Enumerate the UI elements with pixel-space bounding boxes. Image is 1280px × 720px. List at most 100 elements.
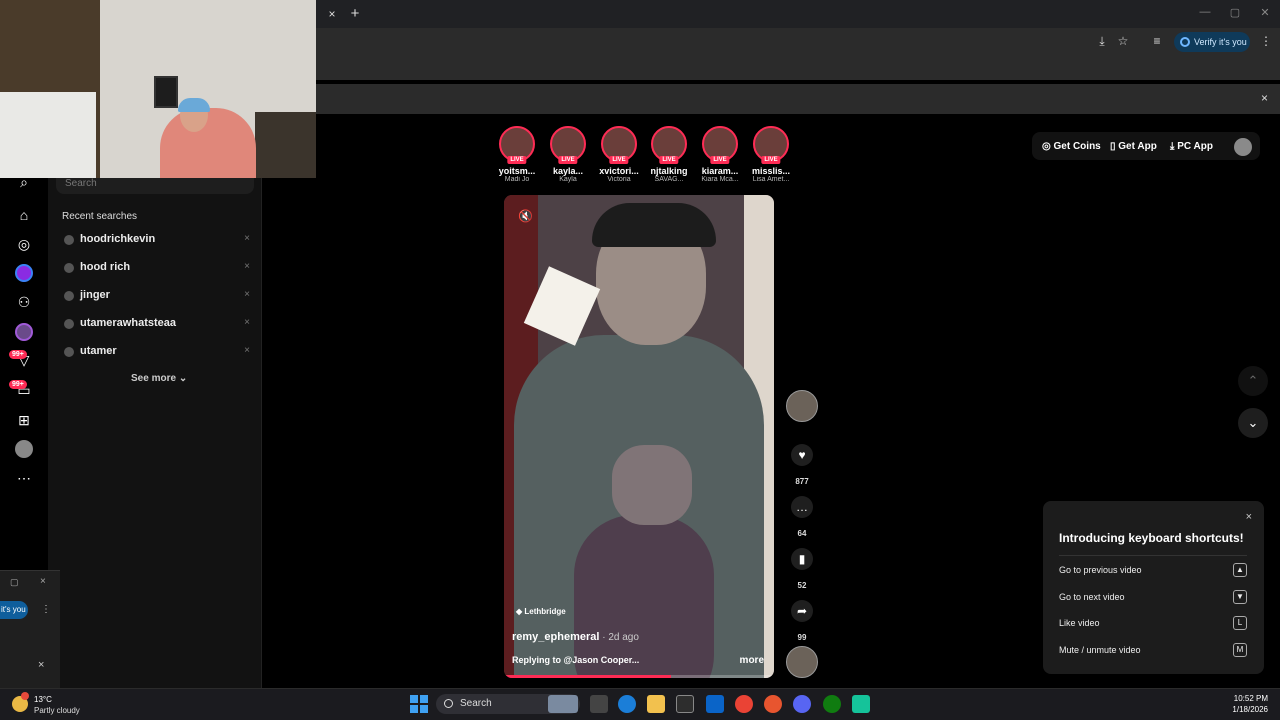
window-close-icon[interactable]: ✕: [1256, 6, 1274, 19]
recent-search-item[interactable]: hoodrichkevin ×: [64, 232, 252, 248]
video-player[interactable]: 🔇 ◆ Lethbridge remy_ephemeral · 2d ago R…: [504, 195, 774, 678]
heart-icon[interactable]: ♥: [791, 444, 813, 466]
recent-search-item[interactable]: hood rich ×: [64, 260, 252, 276]
active-app-icon[interactable]: [852, 695, 870, 713]
app-icon[interactable]: [764, 695, 782, 713]
story-display-name: Lisa Amet...: [752, 176, 790, 183]
video-author[interactable]: remy_ephemeral · 2d ago: [512, 631, 639, 643]
live-story[interactable]: LIVE kayla... Kayla: [545, 126, 591, 183]
recent-search-item[interactable]: jinger ×: [64, 288, 252, 304]
live-icon[interactable]: [14, 263, 34, 283]
home-icon[interactable]: ⌂: [14, 205, 34, 225]
live-story[interactable]: LIVE xvictori... Victoria: [596, 126, 642, 183]
save-count: 52: [797, 581, 807, 590]
dismiss-icon[interactable]: ×: [38, 659, 44, 671]
video-username: remy_ephemeral: [512, 631, 600, 643]
remove-icon[interactable]: ×: [244, 233, 250, 244]
history-icon: [64, 319, 74, 329]
get-coins-button[interactable]: ◎ Get Coins: [1042, 141, 1101, 152]
comment-icon[interactable]: …: [791, 496, 813, 518]
avatar: LIVE: [499, 126, 535, 164]
sound-avatar[interactable]: [786, 646, 818, 678]
location-label: Lethbridge: [524, 607, 566, 616]
live-badge: LIVE: [507, 156, 527, 164]
tab-close-icon[interactable]: ×: [324, 6, 340, 22]
recent-search-text: jinger: [80, 289, 110, 301]
avatar: LIVE: [753, 126, 789, 164]
restore-icon[interactable]: ▢: [10, 577, 19, 588]
maximize-icon[interactable]: ▢: [1226, 6, 1244, 19]
shortcut-row: Like video L: [1059, 615, 1247, 633]
profile-ring-icon[interactable]: [14, 322, 34, 342]
recent-search-text: utamer: [80, 345, 117, 357]
more-icon[interactable]: ⋯: [14, 468, 34, 488]
system-clock[interactable]: 10:52 PM 1/18/2026: [1232, 693, 1268, 715]
browser-toolbar: [316, 28, 1280, 80]
chevron-down-icon[interactable]: ⌄: [1238, 408, 1268, 438]
video-progress-bar[interactable]: [504, 675, 774, 678]
bookmark-icon[interactable]: ▮: [791, 548, 813, 570]
recent-search-item[interactable]: utamer ×: [64, 344, 252, 360]
key-down-icon: ▼: [1233, 590, 1247, 604]
chrome-icon[interactable]: [735, 695, 753, 713]
author-avatar[interactable]: [786, 390, 818, 422]
story-username: kayla...: [552, 166, 584, 176]
search-input[interactable]: Search: [56, 178, 254, 194]
more-button[interactable]: more: [740, 655, 764, 666]
coin-icon: ◎: [1042, 141, 1054, 152]
chevron-down-icon: ⌄: [178, 373, 188, 384]
windows-logo-icon[interactable]: [410, 695, 428, 713]
remove-icon[interactable]: ×: [244, 345, 250, 356]
live-story[interactable]: LIVE misslis... Lisa Amet...: [748, 126, 794, 183]
live-story[interactable]: LIVE kiaram... Kiara Mca...: [697, 126, 743, 183]
xbox-icon[interactable]: [823, 695, 841, 713]
remove-icon[interactable]: ×: [244, 289, 250, 300]
recent-search-item[interactable]: utamerawhatsteaa ×: [64, 316, 252, 332]
outlook-icon[interactable]: [706, 695, 724, 713]
star-icon[interactable]: ☆: [1115, 33, 1131, 49]
pc-app-button[interactable]: ⤓ PC App: [1170, 141, 1213, 152]
webcam-overlay: [0, 0, 316, 178]
more-icon[interactable]: ⋮: [41, 604, 51, 615]
store-icon[interactable]: [676, 695, 694, 713]
infobar-close-icon[interactable]: ×: [1261, 91, 1268, 105]
new-tab-button[interactable]: +: [346, 5, 364, 23]
browser-menu-icon[interactable]: ⋮: [1258, 33, 1274, 49]
live-story[interactable]: LIVE njtalking SAVAG...: [646, 126, 692, 183]
share-icon[interactable]: ➦: [791, 600, 813, 622]
users-icon[interactable]: ⚇: [14, 292, 34, 312]
upload-icon[interactable]: ⊞: [14, 410, 34, 430]
close-icon[interactable]: ×: [1246, 511, 1252, 523]
info-bar: ×: [316, 84, 1280, 114]
minimize-icon[interactable]: —: [1196, 6, 1214, 18]
popup-close-icon[interactable]: ×: [40, 576, 46, 587]
verify-button[interactable]: Verify it's you: [1174, 32, 1250, 52]
chevron-up-icon[interactable]: ⌃: [1238, 366, 1268, 396]
reading-list-icon[interactable]: ≡: [1149, 33, 1165, 49]
key-l-icon: L: [1233, 616, 1247, 630]
remove-icon[interactable]: ×: [244, 261, 250, 272]
history-icon: [64, 347, 74, 357]
file-explorer-icon[interactable]: [647, 695, 665, 713]
mute-icon[interactable]: 🔇: [518, 209, 533, 223]
avatar[interactable]: [14, 439, 34, 459]
get-app-button[interactable]: ▯ Get App: [1110, 141, 1157, 152]
divider: [1059, 555, 1247, 556]
see-more-button[interactable]: See more ⌄: [131, 373, 187, 384]
widget-icon[interactable]: [548, 695, 578, 713]
avatar[interactable]: [1234, 138, 1252, 156]
remove-icon[interactable]: ×: [244, 317, 250, 328]
verify-pill[interactable]: it's you: [0, 601, 28, 619]
search-icon[interactable]: ⌕: [14, 172, 34, 192]
compass-icon[interactable]: ◎: [14, 234, 34, 254]
task-view-icon[interactable]: [590, 695, 608, 713]
weather-condition: Partly cloudy: [34, 706, 80, 715]
webcam-picture-frame: [154, 76, 178, 108]
edge-icon[interactable]: [618, 695, 636, 713]
like-count: 877: [795, 477, 809, 486]
shortcut-label: Like video: [1059, 618, 1100, 628]
discord-icon[interactable]: [793, 695, 811, 713]
install-app-icon[interactable]: ⤓: [1094, 33, 1110, 49]
location-tag[interactable]: ◆ Lethbridge: [516, 607, 566, 616]
live-story[interactable]: LIVE yoitsm... Madi Jo: [494, 126, 540, 183]
